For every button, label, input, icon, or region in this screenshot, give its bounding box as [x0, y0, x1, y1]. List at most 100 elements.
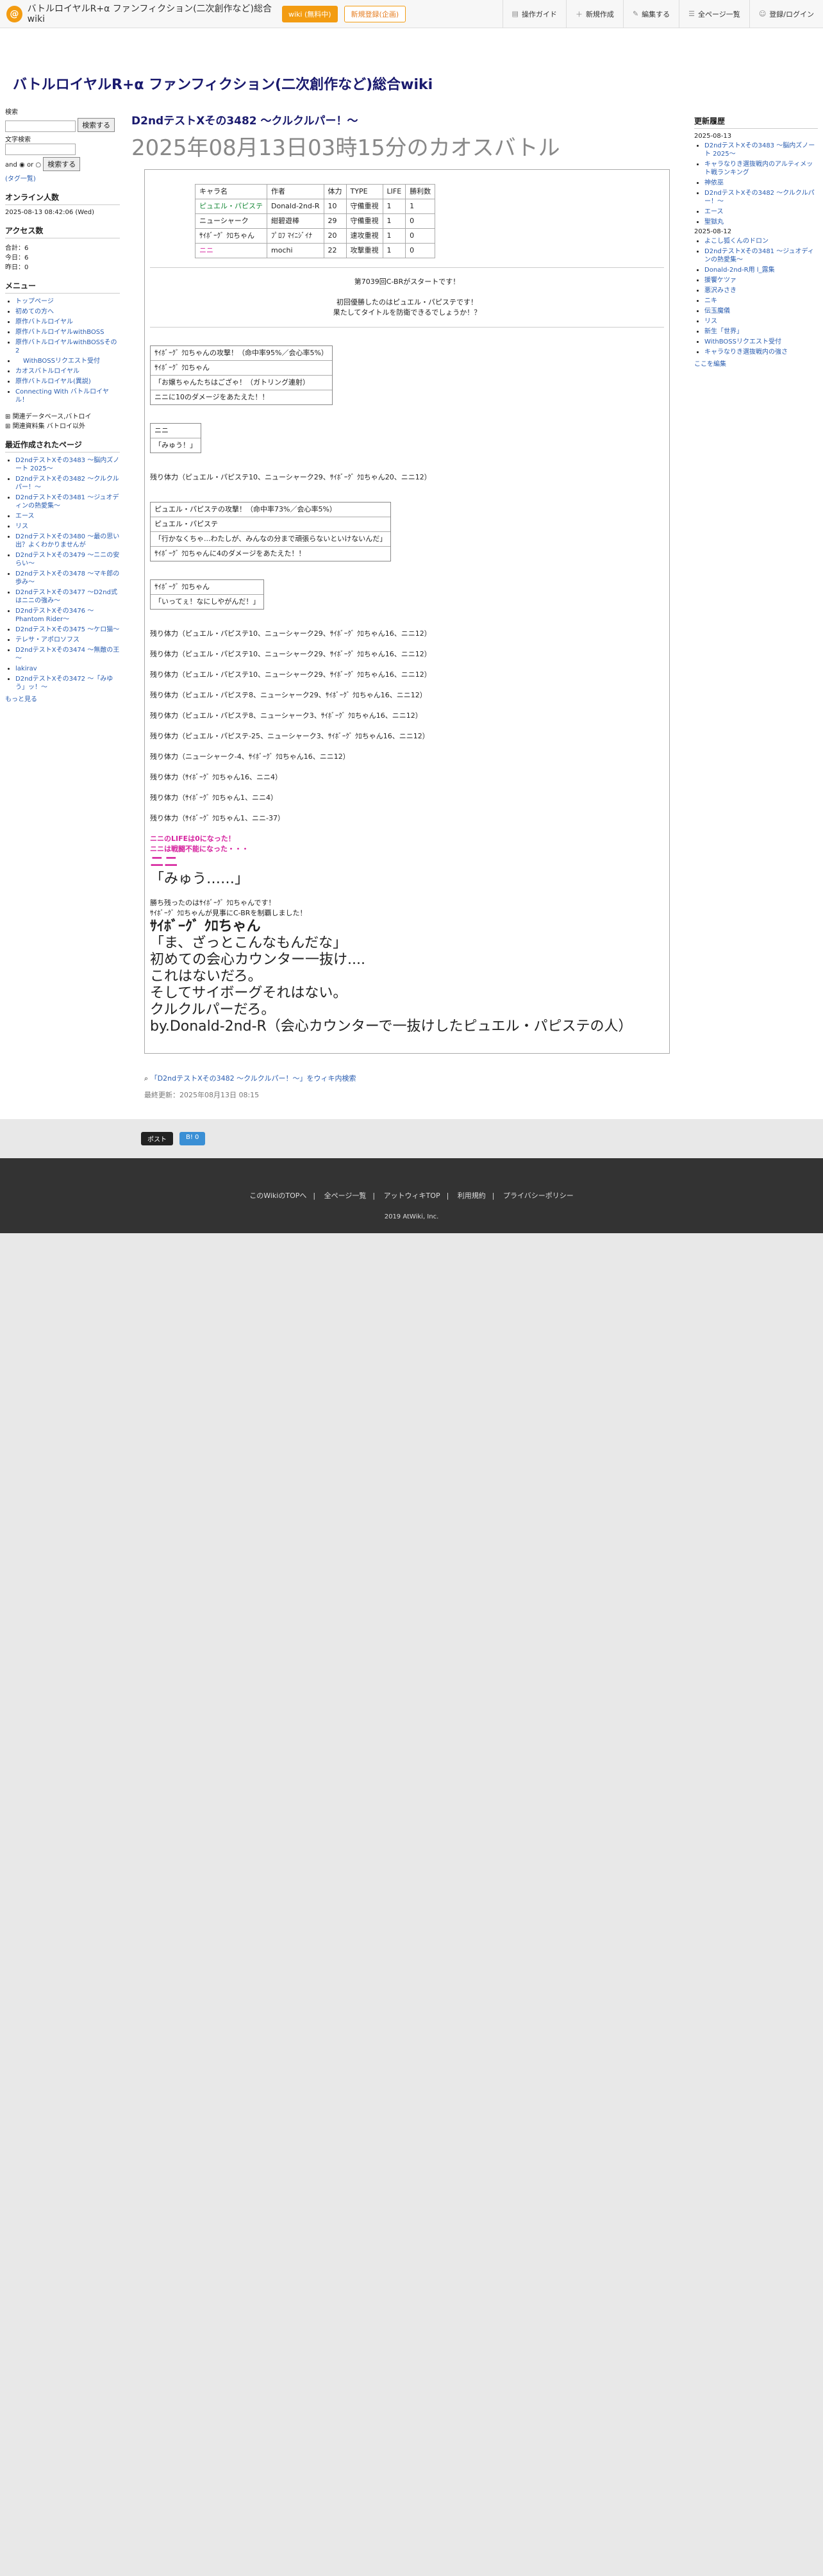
footer-link[interactable]: このWikiのTOPへ — [249, 1192, 306, 1200]
remaining-hp: 残り体力（ｻｲﾎﾞｰｸﾞ ｸﾛちゃん1、ニニ4） — [150, 794, 278, 802]
recent-item[interactable]: D2ndテストXその3477 ～D2nd式はニニの強み～ — [15, 589, 117, 604]
table-row: ニニ mochi 22 攻撃重視 1 0 — [195, 243, 436, 258]
attack-box: ｻｲﾎﾞｰｸﾞ ｸﾛちゃん 「いってぇ！なにしやがんだ！」 — [150, 579, 265, 610]
site-title[interactable]: バトルロイヤルR+α ファンフィクション(二次創作など)総合wiki — [0, 28, 823, 106]
menu-item[interactable]: カオスバトルロイヤル — [15, 368, 79, 375]
stats-table: キャラ名 作者 体力 TYPE LIFE 勝利数 ピュエル・パピステ Donald-2nd-… — [195, 184, 436, 258]
nav-guide[interactable]: ▤ 操作ガイド — [502, 0, 566, 28]
attack-line: ｻｲﾎﾞｰｸﾞ ｸﾛちゃんに4のダメージをあたえた！！ — [154, 549, 306, 558]
menu-item[interactable]: トップページ — [15, 298, 54, 305]
top-nav: ▤ 操作ガイド ＋新規作成 ✎ 編集する ☰ 全ページ一覧 ☺ 登録/ログイン — [502, 0, 823, 28]
attack-line: 「みゅう！」 — [154, 441, 197, 449]
right-sidebar: 更新履歴 2025-08-13 D2ndテストXその3483 ～脳内ズノート 2… — [689, 106, 823, 1100]
menu-item[interactable]: 原作バトルロイヤルwithBOSSその2 — [15, 339, 117, 354]
recent-title: 最近作成されたページ — [5, 439, 120, 453]
nav-allpages[interactable]: ☰ 全ページ一覧 — [679, 0, 749, 28]
tag-list-link[interactable]: (タグ一覧) — [5, 176, 36, 183]
recent-item[interactable]: エース — [15, 513, 35, 520]
post-button[interactable]: ポスト — [141, 1132, 173, 1145]
remaining-hp: 残り体力（ピュエル・パピステ10、ニューシャーク29、ｻｲﾎﾞｰｸﾞ ｸﾛちゃん… — [150, 473, 431, 481]
nav-create[interactable]: ＋新規作成 — [565, 0, 623, 28]
top-bar: @ バトルロイヤルR+α ファンフィクション(二次創作など)総合wiki wik… — [0, 0, 823, 28]
search-button[interactable]: 検索する — [78, 118, 115, 132]
nav-login[interactable]: ☺ 登録/ログイン — [749, 0, 823, 28]
site-logo[interactable]: @ バトルロイヤルR+α ファンフィクション(二次創作など)総合wiki — [0, 4, 282, 24]
recent-item[interactable]: D2ndテストXその3475 ～ケロ猫～ — [15, 626, 119, 633]
update-history-title: 更新履歴 — [694, 115, 818, 129]
remaining-hp: 残り体力（ピュエル・パピステ8、ニューシャーク3、ｻｲﾎﾞｰｸﾞ ｸﾛちゃん16… — [150, 711, 422, 720]
search-button-2[interactable]: 検索する — [43, 157, 81, 171]
expand-icon[interactable]: ⊞ — [5, 413, 10, 420]
ending: ニニのLIFEは0になった！ ニニは戦闘不能になった・・・ ニニ 「みゅう……」… — [150, 835, 633, 1035]
footer-link[interactable]: プライバシーポリシー — [503, 1192, 574, 1200]
remaining-hp: 残り体力（ｻｲﾎﾞｰｸﾞ ｸﾛちゃん1、ニニ-37） — [150, 814, 285, 822]
list-icon: ☰ — [688, 10, 695, 18]
remaining-hp: 残り体力（ピュエル・パピステ10、ニューシャーク29、ｻｲﾎﾞｰｸﾞ ｸﾛちゃん… — [150, 629, 431, 638]
online-title: オンライン人数 — [5, 192, 120, 205]
and-radio[interactable]: ◉ — [19, 162, 25, 169]
atwiki-logo-icon: @ — [6, 5, 22, 22]
left-sidebar: 検索 検索する 文字検索 and ◉ or ○ 検索する (タグ一覧) オンライ… — [0, 106, 125, 1100]
menu-item[interactable]: WithBOSSリクエスト受付 — [23, 358, 100, 365]
footer-link[interactable]: アットウィキTOP — [384, 1192, 440, 1200]
remaining-hp: 残り体力（ピュエル・パピステ8、ニューシャーク29、ｻｲﾎﾞｰｸﾞ ｸﾛちゃん1… — [150, 691, 427, 699]
nav-edit[interactable]: ✎ 編集する — [622, 0, 679, 28]
tag-search[interactable]: ⌕ 「D2ndテストXその3482 ～クルクルパー！～」をウィキ内検索 — [144, 1073, 670, 1083]
recent-item[interactable]: D2ndテストXその3483 ～脳内ズノート 2025～ — [15, 457, 119, 472]
recent-item[interactable]: D2ndテストXその3482 ～クルクルパー！～ — [15, 476, 119, 491]
attack-box: ピュエル・パピステの攻撃！（命中率73%／会心率5%） ピュエル・パピステ 「行かな… — [150, 502, 392, 561]
page-wrapper: バトルロイヤルR+α ファンフィクション(二次創作など)総合wiki 検索 検索… — [0, 28, 823, 1119]
recent-item[interactable]: D2ndテストXその3478 ～マキ郎の歩み～ — [15, 570, 119, 586]
battle-log: ｻｲﾎﾞｰｸﾞ ｸﾛちゃんの攻撃！（命中率95%／会心率5%） ｻｲﾎﾞｰｸﾞ ｸ… — [150, 337, 664, 824]
footer: このWikiのTOPへ | 全ページ一覧 | アットウィキTOP | 利用規約 | プラ… — [0, 1158, 823, 1233]
attack-line: 「お嬢ちゃんたちはござゃ！（ガトリング連射） — [151, 376, 332, 390]
attack-box: ｻｲﾎﾞｰｸﾞ ｸﾛちゃんの攻撃！（命中率95%／会心率5%） ｻｲﾎﾞｰｸﾞ ｸ… — [150, 345, 333, 405]
recent-item[interactable]: テレサ・アポロソフス — [15, 636, 79, 644]
table-row: ピュエル・パピステ Donald-2nd-R 10 守備重視 1 1 — [195, 199, 436, 214]
bookmark-button[interactable]: B! 0 — [179, 1132, 206, 1145]
search-input[interactable] — [5, 120, 76, 132]
menu-title: メニュー — [5, 280, 120, 294]
attack-line: ニニに10のダメージをあたえた！！ — [154, 393, 269, 401]
search-icon: ⌕ — [144, 1074, 151, 1083]
main-content: D2ndテストXその3482 ～クルクルパー！～ 2025年08月13日03時1… — [125, 106, 689, 1100]
menu-item[interactable]: 原作バトルロイヤル — [15, 319, 73, 326]
register-button[interactable]: 新規登録(企画) — [344, 5, 406, 22]
share-bar: ポスト B! 0 — [0, 1119, 823, 1158]
recent-list: D2ndテストXその3483 ～脳内ズノート 2025～ D2ndテストXその3… — [5, 456, 120, 692]
recent-item[interactable]: D2ndテストXその3481 ～ジュオディンの熱愛集～ — [15, 494, 119, 510]
attack-line: ｻｲﾎﾞｰｸﾞ ｸﾛちゃん — [151, 361, 332, 376]
expand-icon[interactable]: ⊞ — [5, 423, 10, 430]
footer-link[interactable]: 利用規約 — [458, 1192, 486, 1200]
attack-line: ピュエル・パピステの攻撃！（命中率73%／会心率5%） — [151, 503, 391, 517]
menu-item[interactable]: 原作バトルロイヤルwithBOSS — [15, 329, 104, 336]
edit-here-link[interactable]: ここを編集 — [694, 361, 726, 368]
more-link[interactable]: もっと見る — [5, 696, 37, 703]
intro-text: 第7039回C-BRがスタートです！ 初回優勝したのはピュエル・パピステです！ … — [333, 278, 481, 317]
page-title: D2ndテストXその3482 ～クルクルパー！～ — [131, 115, 358, 128]
article-body: キャラ名 作者 体力 TYPE LIFE 勝利数 ピュエル・パピステ Donald-2nd-… — [144, 169, 670, 1054]
remaining-hp: 残り体力（ニューシャーク-4、ｻｲﾎﾞｰｸﾞ ｸﾛちゃん16、ニニ12） — [150, 752, 350, 761]
table-row: ニューシャーク 紺碧遊棒 29 守備重視 1 0 — [195, 213, 436, 229]
plus-icon: ＋ — [575, 10, 583, 19]
menu-item[interactable]: Connecting With バトルロイヤル！ — [15, 388, 109, 404]
recent-item[interactable]: リス — [15, 523, 28, 530]
menu-item[interactable]: 初めての方へ — [15, 308, 54, 315]
fulltext-label: 文字検索 — [5, 137, 31, 144]
footer-link[interactable]: 全ページ一覧 — [324, 1192, 367, 1200]
attack-line: 「いってぇ！なにしやがんだ！」 — [154, 597, 260, 606]
recent-item[interactable]: D2ndテストXその3480 ～最の思い出？よくわかりませんが — [15, 533, 119, 549]
or-radio[interactable]: ○ — [35, 162, 41, 169]
recent-item[interactable]: D2ndテストXその3474 ～無敵の王～ — [15, 647, 119, 662]
book-icon: ▤ — [511, 10, 519, 18]
recent-item[interactable]: D2ndテストXその3479 ～ニニの安らい～ — [15, 552, 119, 567]
attack-line: 「行かなくちゃ...わたしが、みんなの分まで頑張らないといけないんだ」 — [151, 532, 391, 547]
recent-item[interactable]: lakirav — [15, 665, 37, 672]
online-date: 2025-08-13 08:42:06 (Wed) — [5, 209, 94, 216]
recent-item[interactable]: D2ndテストXその3476 ～Phantom Rider～ — [15, 608, 94, 623]
menu-item[interactable]: 原作バトルロイヤル(異説) — [15, 378, 91, 385]
recent-item[interactable]: D2ndテストXその3472 ～「みゆう」ッ！～ — [15, 676, 113, 691]
fulltext-input[interactable] — [5, 144, 76, 155]
wiki-badge-button[interactable]: wiki (無料中) — [282, 5, 338, 22]
access-title: アクセス数 — [5, 225, 120, 238]
